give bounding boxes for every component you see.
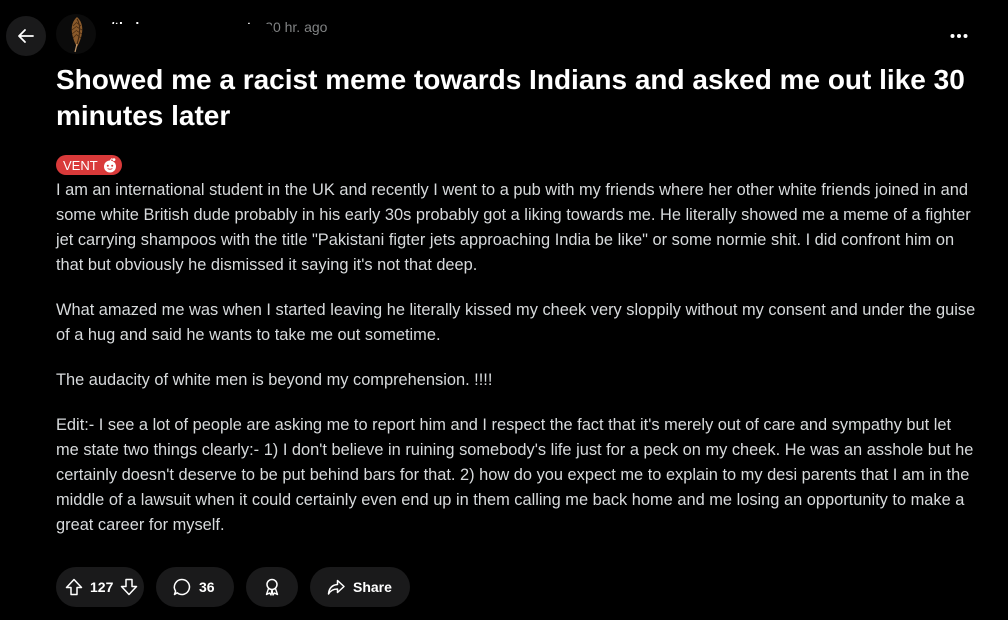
vote-count: 127 [90, 579, 114, 595]
back-button[interactable] [6, 16, 46, 56]
feather-icon [71, 17, 83, 53]
post-body: I am an international student in the UK … [56, 178, 978, 558]
comment-count: 36 [199, 579, 215, 595]
flair-label: VENT [63, 157, 98, 173]
arrow-down-icon [121, 578, 138, 596]
vote-control: 127 [56, 567, 144, 607]
share-arrow-icon [327, 579, 345, 595]
award-icon [265, 578, 279, 596]
arrow-up-icon [65, 578, 83, 596]
award-button[interactable] [246, 567, 298, 607]
post-action-bar: 127 36 Share [56, 567, 410, 607]
downvote-button[interactable] [119, 577, 139, 597]
overflow-menu-button[interactable] [940, 22, 978, 50]
post-flair[interactable]: VENT [56, 155, 122, 175]
ellipsis-icon [950, 34, 968, 38]
share-label: Share [353, 579, 392, 595]
post-paragraph: The audacity of white men is beyond my c… [56, 371, 493, 389]
post-paragraph: I am an international student in the UK … [56, 181, 971, 274]
post-timestamp: 20 hr. ago [265, 19, 328, 35]
post-paragraph: Edit:- I see a lot of people are asking … [56, 416, 974, 534]
arrow-left-icon [18, 29, 34, 43]
snoo-icon [103, 158, 116, 173]
post-title: Showed me a racist meme towards Indians … [56, 64, 965, 131]
speech-bubble-icon [173, 578, 191, 596]
redaction-block [100, 24, 272, 58]
subreddit-avatar[interactable] [56, 14, 96, 54]
share-button[interactable]: Share [310, 567, 410, 607]
upvote-button[interactable] [64, 577, 84, 597]
comments-button[interactable]: 36 [156, 567, 234, 607]
post-paragraph: What amazed me was when I started leavin… [56, 301, 976, 344]
